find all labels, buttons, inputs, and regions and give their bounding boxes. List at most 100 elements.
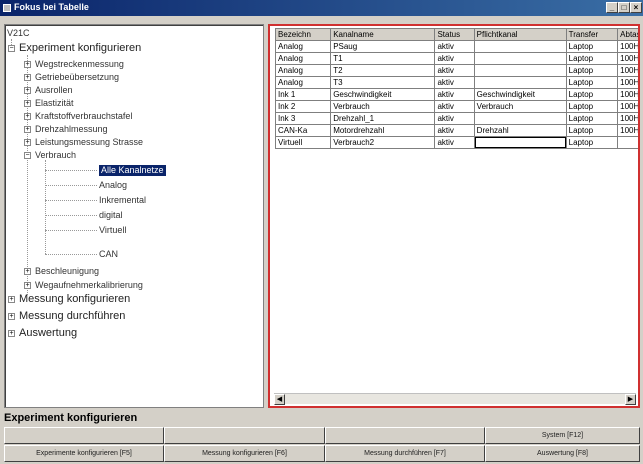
- table-row[interactable]: AnalogT1aktiv Laptop100Hz: [274, 52, 638, 65]
- close-button[interactable]: ×: [630, 2, 642, 13]
- expand-icon[interactable]: +: [24, 74, 31, 81]
- table-row[interactable]: AnalogT3aktiv Laptop100Hz: [274, 76, 638, 89]
- table-cell[interactable]: [473, 76, 567, 89]
- expand-icon[interactable]: +: [24, 126, 31, 133]
- column-header[interactable]: Pflichtkanal: [473, 28, 567, 41]
- collapse-icon[interactable]: −: [24, 152, 31, 159]
- table-cell[interactable]: aktiv: [434, 40, 475, 53]
- column-header[interactable]: Kanalname: [330, 28, 436, 41]
- table-cell[interactable]: aktiv: [434, 100, 475, 113]
- table-cell[interactable]: Analog: [274, 76, 332, 89]
- table-cell[interactable]: Analog: [274, 64, 332, 77]
- expand-icon[interactable]: +: [24, 100, 31, 107]
- table-row[interactable]: Ink 3Drehzahl_1aktiv Laptop100Hz: [274, 112, 638, 125]
- system-button[interactable]: System [F12]: [485, 427, 640, 444]
- column-header[interactable]: Transfer: [565, 28, 619, 41]
- table-cell[interactable]: Verbrauch2: [330, 136, 436, 149]
- table-cell[interactable]: Analog: [274, 52, 332, 65]
- tree-item-auswertung[interactable]: Auswertung: [19, 326, 77, 340]
- tree-root[interactable]: V21C: [7, 28, 30, 39]
- table-cell[interactable]: Geschwindigkeit: [330, 88, 436, 101]
- channel-table-pane[interactable]: Bezeichn Kanalname Status Pflichtkanal T…: [268, 24, 640, 408]
- table-cell[interactable]: 100Hz: [617, 124, 638, 137]
- table-cell[interactable]: Motordrehzahl: [330, 124, 436, 137]
- table-row[interactable]: CAN-Ka Motordrehzahl aktiv Drehzahl Laptop 10…: [274, 124, 638, 137]
- channel-table[interactable]: Bezeichn Kanalname Status Pflichtkanal T…: [274, 28, 638, 149]
- table-cell[interactable]: [473, 136, 567, 149]
- tree-item-group[interactable]: Getriebeübersetzung: [35, 72, 119, 83]
- table-row[interactable]: Ink 1 Geschwindigkeit aktiv Geschwindigkeit…: [274, 88, 638, 101]
- table-cell[interactable]: 100Hz: [617, 76, 638, 89]
- table-cell[interactable]: Laptop: [565, 136, 619, 149]
- table-cell[interactable]: Laptop: [565, 124, 619, 137]
- table-cell[interactable]: CAN-Ka: [274, 124, 332, 137]
- scroll-right-icon[interactable]: ▶: [625, 394, 636, 405]
- tree-item-group[interactable]: Beschleunigung: [35, 266, 99, 277]
- table-cell[interactable]: [473, 40, 567, 53]
- fkey-empty[interactable]: [4, 427, 164, 444]
- table-cell[interactable]: Laptop: [565, 52, 619, 65]
- tree-item-experiment[interactable]: Experiment konfigurieren: [19, 41, 141, 55]
- table-cell[interactable]: Ink 1: [274, 88, 332, 101]
- table-cell[interactable]: aktiv: [434, 112, 475, 125]
- horizontal-scrollbar[interactable]: ◀ ▶: [274, 393, 636, 405]
- expand-icon[interactable]: +: [8, 313, 15, 320]
- table-cell[interactable]: [617, 136, 638, 149]
- auswertung-button[interactable]: Auswertung [F8]: [485, 445, 640, 462]
- tree-item-channel[interactable]: Analog: [99, 180, 127, 191]
- experimente-konfigurieren-button[interactable]: Experimente konfigurieren [F5]: [4, 445, 164, 462]
- table-cell[interactable]: T2: [330, 64, 436, 77]
- table-cell[interactable]: Laptop: [565, 76, 619, 89]
- table-cell[interactable]: [473, 64, 567, 77]
- table-cell[interactable]: aktiv: [434, 88, 475, 101]
- tree-item-channel[interactable]: digital: [99, 210, 123, 221]
- table-cell[interactable]: aktiv: [434, 124, 475, 137]
- expand-icon[interactable]: +: [8, 330, 15, 337]
- tree-item-all-channels[interactable]: Alle Kanalnetze: [99, 165, 166, 176]
- table-cell[interactable]: aktiv: [434, 136, 475, 149]
- table-cell[interactable]: Verbrauch: [330, 100, 436, 113]
- expand-icon[interactable]: +: [24, 61, 31, 68]
- column-header[interactable]: Abtast: [617, 28, 638, 41]
- tree-item-group[interactable]: Kraftstoffverbrauchstafel: [35, 111, 132, 122]
- navigation-tree[interactable]: V21C − Experiment konfigurieren + Wegstr…: [4, 24, 264, 408]
- expand-icon[interactable]: +: [8, 296, 15, 303]
- tree-item-group[interactable]: Wegaufnehmerkalibrierung: [35, 280, 143, 291]
- table-cell[interactable]: Geschwindigkeit: [473, 88, 567, 101]
- table-cell[interactable]: 100Hz: [617, 64, 638, 77]
- tree-item-group[interactable]: Ausrollen: [35, 85, 73, 96]
- scroll-left-icon[interactable]: ◀: [274, 394, 285, 405]
- table-cell[interactable]: Ink 3: [274, 112, 332, 125]
- table-cell[interactable]: Laptop: [565, 88, 619, 101]
- table-cell[interactable]: Verbrauch: [473, 100, 567, 113]
- table-row[interactable]: AnalogPSaugaktiv Laptop100Hz: [274, 40, 638, 53]
- expand-icon[interactable]: +: [24, 113, 31, 120]
- table-cell[interactable]: Ink 2: [274, 100, 332, 113]
- table-cell[interactable]: Virtuell: [274, 136, 332, 149]
- messung-konfigurieren-button[interactable]: Messung konfigurieren [F6]: [164, 445, 325, 462]
- fkey-empty[interactable]: [325, 427, 485, 444]
- table-row[interactable]: Ink 2VerbrauchaktivVerbrauchLaptop100Hz: [274, 100, 638, 113]
- table-cell[interactable]: aktiv: [434, 76, 475, 89]
- fkey-empty[interactable]: [164, 427, 325, 444]
- tree-item-verbrauch[interactable]: Verbrauch: [35, 150, 76, 161]
- tree-item-channel[interactable]: Inkremental: [99, 195, 146, 206]
- table-cell[interactable]: 100Hz: [617, 100, 638, 113]
- table-cell[interactable]: PSaug: [330, 40, 436, 53]
- expand-icon[interactable]: +: [24, 139, 31, 146]
- collapse-icon[interactable]: −: [8, 45, 15, 52]
- table-cell[interactable]: Analog: [274, 40, 332, 53]
- table-cell[interactable]: 100Hz: [617, 112, 638, 125]
- table-cell[interactable]: Laptop: [565, 64, 619, 77]
- messung-durchfuehren-button[interactable]: Messung durchführen [F7]: [325, 445, 485, 462]
- table-cell[interactable]: [473, 52, 567, 65]
- table-cell[interactable]: aktiv: [434, 52, 475, 65]
- table-cell[interactable]: Drehzahl_1: [330, 112, 436, 125]
- table-cell[interactable]: Laptop: [565, 112, 619, 125]
- table-row[interactable]: AnalogT2aktiv Laptop100Hz: [274, 64, 638, 77]
- tree-item-channel[interactable]: CAN: [99, 249, 118, 260]
- tree-item-group[interactable]: Wegstreckenmessung: [35, 59, 124, 70]
- expand-icon[interactable]: +: [24, 87, 31, 94]
- column-header[interactable]: Status: [434, 28, 475, 41]
- table-cell[interactable]: [473, 112, 567, 125]
